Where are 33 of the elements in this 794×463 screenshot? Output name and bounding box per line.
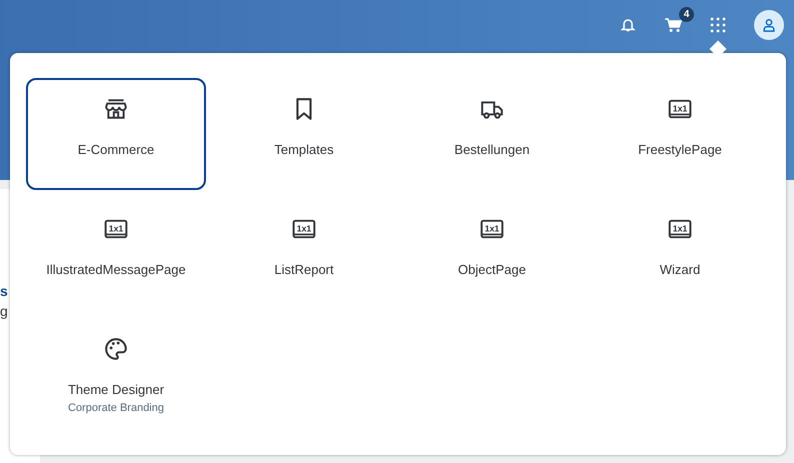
app-title: Wizard <box>660 262 700 277</box>
app-title: Bestellungen <box>454 142 530 157</box>
app-tile[interactable]: Templates <box>214 78 394 190</box>
app-tile[interactable]: 1x1 IllustratedMessagePage <box>26 198 206 310</box>
app-title: ObjectPage <box>458 262 526 277</box>
store-icon <box>104 97 128 121</box>
app-tile[interactable]: 1x1 ObjectPage <box>402 198 582 310</box>
app-tile[interactable]: 1x1 FreestylePage <box>590 78 770 190</box>
avatar[interactable] <box>754 10 784 40</box>
app-title: ListReport <box>274 262 334 277</box>
tile-icon: 1x1 <box>668 97 692 121</box>
app-subtitle: Corporate Branding <box>68 402 164 414</box>
bell-icon[interactable] <box>620 17 636 33</box>
app-tile[interactable]: Theme Designer Corporate Branding <box>26 318 206 430</box>
palette-icon <box>104 337 128 361</box>
app-title: E-Commerce <box>78 142 154 157</box>
app-title: IllustratedMessagePage <box>46 262 186 277</box>
app-title: FreestylePage <box>638 142 722 157</box>
app-tile[interactable]: 1x1 Wizard <box>590 198 770 310</box>
app-tile[interactable]: Bestellungen <box>402 78 582 190</box>
link-fragment: s <box>0 283 8 299</box>
app-tile[interactable]: 1x1 ListReport <box>214 198 394 310</box>
cart-icon[interactable] <box>664 17 682 33</box>
tile-icon: 1x1 <box>292 217 316 241</box>
app-title: Templates <box>274 142 334 157</box>
cart-count-badge: 4 <box>679 7 694 22</box>
tile-icon: 1x1 <box>104 217 128 241</box>
tile-icon: 1x1 <box>480 217 504 241</box>
tile-icon: 1x1 <box>668 217 692 241</box>
app-tile[interactable]: E-Commerce <box>26 78 206 190</box>
text-fragment: g <box>0 303 8 319</box>
app-grid-icon[interactable] <box>710 17 726 33</box>
app-title: Theme Designer <box>68 382 164 397</box>
